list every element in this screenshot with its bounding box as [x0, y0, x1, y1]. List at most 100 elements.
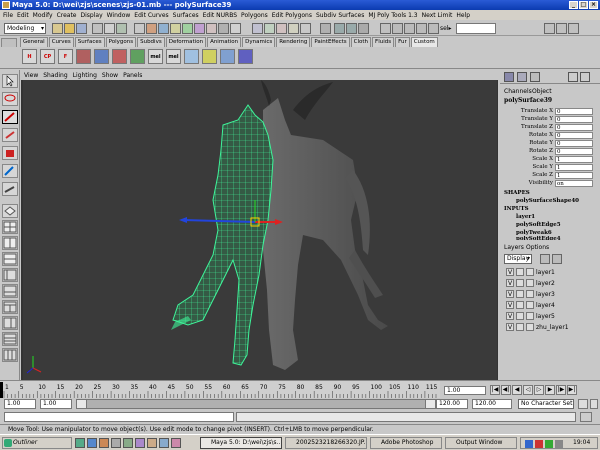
- shelf-tool-icon-6[interactable]: [202, 49, 217, 64]
- layers-tab-options[interactable]: Options: [526, 244, 549, 251]
- channel-value[interactable]: on: [555, 180, 593, 187]
- quick-launch-icon[interactable]: [87, 438, 97, 448]
- tab-animation[interactable]: Animation: [207, 37, 242, 47]
- step-forward-key-icon[interactable]: |▶: [556, 385, 566, 395]
- select-object-icon[interactable]: [104, 23, 115, 34]
- layer-color-swatch[interactable]: [526, 312, 534, 320]
- layer-type-toggle[interactable]: [516, 268, 524, 276]
- layer-row[interactable]: Vzhu_layer1: [502, 323, 598, 333]
- layout-hypershade-icon[interactable]: [2, 300, 18, 314]
- menu-modify[interactable]: Modify: [33, 12, 53, 19]
- play-forward-icon[interactable]: ▷: [534, 385, 544, 395]
- input-node[interactable]: polySoftEdge5: [516, 222, 561, 228]
- shelf-tool-icon-1[interactable]: [76, 49, 91, 64]
- mask-joint-icon[interactable]: [158, 23, 169, 34]
- channel-box-icon-4[interactable]: [568, 72, 578, 82]
- animation-start-field[interactable]: 1.00: [4, 399, 36, 409]
- taskbar-item-image[interactable]: 2002523218266320.JP...: [285, 437, 367, 449]
- channel-box-icon-3[interactable]: [530, 72, 540, 82]
- channel-value[interactable]: 0: [555, 108, 593, 115]
- viewport-menu-shading[interactable]: Shading: [43, 72, 67, 79]
- step-forward-icon[interactable]: ▶: [545, 385, 555, 395]
- tab-subdivs[interactable]: Subdivs: [137, 37, 165, 47]
- tab-deformation[interactable]: Deformation: [165, 37, 207, 47]
- shelf-mel-button-1[interactable]: mel: [148, 49, 163, 64]
- quick-launch-icon[interactable]: [147, 438, 157, 448]
- current-time-field[interactable]: 1.00: [444, 386, 486, 395]
- layer-type-toggle[interactable]: [516, 312, 524, 320]
- tab-painteffects[interactable]: PaintEffects: [311, 37, 350, 47]
- layout-stack-icon[interactable]: [2, 252, 18, 266]
- perspective-viewport[interactable]: [23, 80, 497, 380]
- quick-launch-icon[interactable]: [135, 438, 145, 448]
- shelf-mel-button-2[interactable]: mel: [166, 49, 181, 64]
- show-tool-settings-icon[interactable]: [556, 23, 567, 34]
- layout-custom-icon[interactable]: [2, 332, 18, 346]
- mask-curve-icon[interactable]: [170, 23, 181, 34]
- new-scene-icon[interactable]: [52, 23, 63, 34]
- quick-launch-icon[interactable]: [75, 438, 85, 448]
- viewport-menu-panels[interactable]: Panels: [123, 72, 142, 79]
- mask-dynamic-icon[interactable]: [206, 23, 217, 34]
- mask-surface-icon[interactable]: [182, 23, 193, 34]
- rotate-tool-icon[interactable]: [2, 128, 18, 142]
- go-to-start-icon[interactable]: |◀: [490, 385, 500, 395]
- snap-curve-icon[interactable]: [264, 23, 275, 34]
- quick-launch-icon[interactable]: [99, 438, 109, 448]
- tab-dynamics[interactable]: Dynamics: [242, 37, 276, 47]
- start-button[interactable]: Outliner: [2, 437, 72, 449]
- menu-surfaces[interactable]: Surfaces: [173, 12, 199, 19]
- ipr-render-icon[interactable]: [346, 23, 357, 34]
- range-end-handle[interactable]: [425, 400, 435, 408]
- layout-single-icon[interactable]: [2, 204, 18, 218]
- select-by-name-input[interactable]: [456, 23, 496, 34]
- layer-visibility-toggle[interactable]: V: [506, 290, 514, 298]
- select-hierarchy-icon[interactable]: [92, 23, 103, 34]
- menu-edit-curves[interactable]: Edit Curves: [134, 12, 168, 19]
- auto-key-icon[interactable]: [578, 399, 588, 409]
- close-button[interactable]: ×: [589, 1, 598, 9]
- channel-value[interactable]: 0: [555, 132, 593, 139]
- layout-side-icon[interactable]: [2, 236, 18, 250]
- menu-file[interactable]: File: [3, 12, 13, 19]
- quick-launch-icon[interactable]: [123, 438, 133, 448]
- new-layer-icon[interactable]: [540, 254, 550, 264]
- layer-display-dropdown[interactable]: Display ▾: [504, 254, 532, 264]
- menu-create[interactable]: Create: [57, 12, 77, 19]
- select-tool-icon[interactable]: [2, 74, 18, 88]
- save-scene-icon[interactable]: [76, 23, 87, 34]
- mel-command-input[interactable]: [4, 412, 234, 422]
- absolute-transform-icon[interactable]: [416, 23, 427, 34]
- range-bar[interactable]: [76, 399, 436, 409]
- menu-next-limit[interactable]: Next Limit: [422, 12, 453, 19]
- input-node[interactable]: layer1: [516, 214, 535, 220]
- channel-value[interactable]: 1: [555, 172, 593, 179]
- selection-field-icon[interactable]: [392, 23, 403, 34]
- character-set-dropdown[interactable]: No Character Set: [518, 399, 574, 409]
- channel-box-icon-2[interactable]: [517, 72, 527, 82]
- show-channel-box-icon[interactable]: [568, 23, 579, 34]
- layer-row[interactable]: Vlayer3: [502, 290, 598, 300]
- menu-help[interactable]: Help: [456, 12, 470, 19]
- menu-edit[interactable]: Edit: [17, 12, 29, 19]
- tab-fur[interactable]: Fur: [395, 37, 410, 47]
- channel-box-icon-5[interactable]: [580, 72, 590, 82]
- tab-general[interactable]: General: [20, 37, 48, 47]
- shape-node[interactable]: polySurfaceShape40: [516, 198, 579, 204]
- quick-launch-icon[interactable]: [111, 438, 121, 448]
- input-line-icon[interactable]: [380, 23, 391, 34]
- move-tool-icon[interactable]: [2, 110, 18, 124]
- channel-value[interactable]: 1: [555, 164, 593, 171]
- layer-visibility-toggle[interactable]: V: [506, 268, 514, 276]
- channel-value[interactable]: 0: [555, 148, 593, 155]
- layout-persp-icon[interactable]: [2, 316, 18, 330]
- layer-row[interactable]: Vlayer5: [502, 312, 598, 322]
- taskbar-item-output-window[interactable]: Output Window: [445, 437, 517, 449]
- shelf-tool-icon-7[interactable]: [220, 49, 235, 64]
- show-attribute-editor-icon[interactable]: [544, 23, 555, 34]
- layout-graph-icon[interactable]: [2, 284, 18, 298]
- step-back-key-icon[interactable]: ◀|: [501, 385, 511, 395]
- render-globals-icon[interactable]: [358, 23, 369, 34]
- input-node[interactable]: polySoftEdge4: [516, 236, 561, 240]
- shelf-tool-icon-5[interactable]: [184, 49, 199, 64]
